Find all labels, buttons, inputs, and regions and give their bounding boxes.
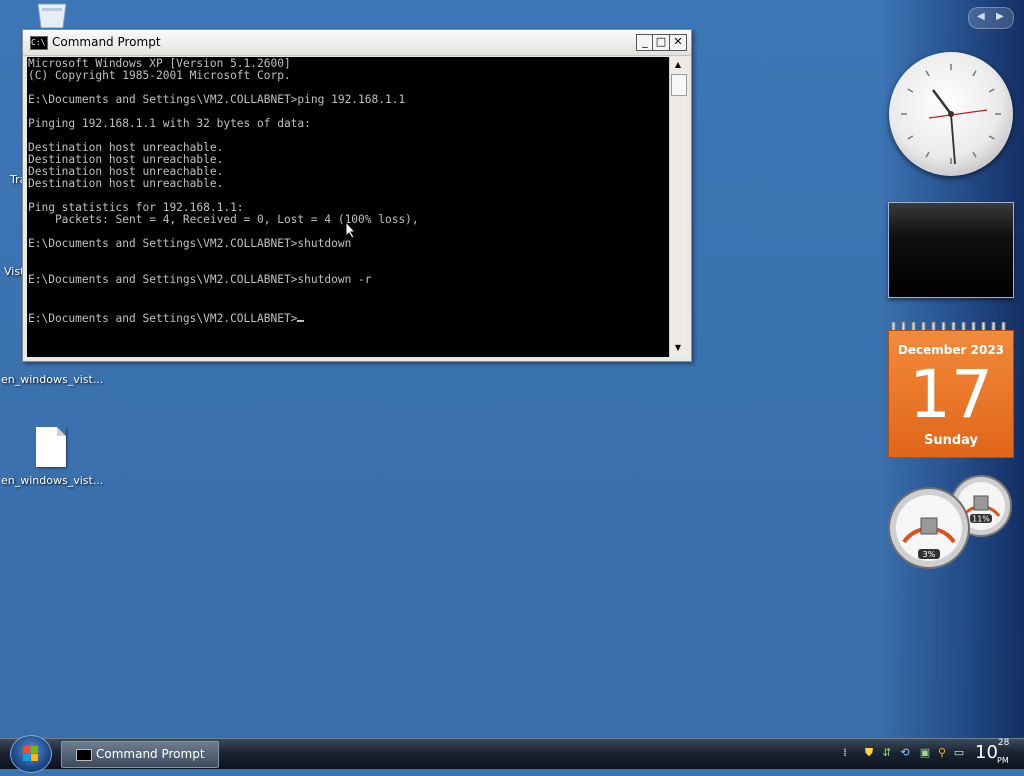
title-bar[interactable]: C:\ Command Prompt _ □ ✕ [23,30,691,56]
monitor-icon[interactable]: ▣ [918,746,932,760]
clock-face-icon [901,64,1001,165]
window-icon[interactable]: ▭ [952,746,966,760]
network-icon[interactable]: ⇵ [880,746,894,760]
console-line: E:\Documents and Settings\VM2.COLLABNET>… [28,237,352,250]
cmd-icon: C:\ [30,36,48,50]
calendar-month: December 2023 [897,343,1005,357]
cpu-meter-gadget[interactable]: 11% 3% [886,474,1014,572]
start-button[interactable] [10,735,52,773]
calendar-weekday: Sunday [923,433,979,448]
console-text: Microsoft Windows XP [Version 5.1.2600] … [27,57,669,325]
desktop-icon-label: en_windows_vist... [1,373,104,386]
scroll-thumb[interactable] [671,74,687,96]
recycle-bin-icon[interactable] [34,0,70,28]
vertical-scrollbar[interactable]: ▲ ▼ [669,57,687,357]
sidebar-next-button[interactable]: ▶ [996,11,1004,22]
window-title: Command Prompt [52,35,161,49]
scroll-up-button[interactable]: ▲ [670,57,686,73]
command-prompt-window[interactable]: C:\ Command Prompt _ □ ✕ Microsoft Windo… [22,29,692,362]
slideshow-gadget[interactable] [888,202,1014,298]
security-shield-icon[interactable]: ⛊ [862,746,876,760]
cpu-percent: 3% [923,550,936,559]
calendar-gadget[interactable]: December 2023 17 Sunday [888,322,1014,458]
clock-minute: 28 [997,738,1010,748]
file-icon [36,427,66,467]
text-cursor [297,310,305,322]
taskbar-item-command-prompt[interactable]: Command Prompt [61,741,219,768]
console-line: E:\Documents and Settings\VM2.COLLABNET>… [28,273,372,286]
clock-ampm: PM [997,756,1009,765]
mouse-pointer-icon [345,221,357,239]
cpu-chip-icon [920,517,938,535]
taskbar: Command Prompt ⁞ ⛊ ⇵ ⟲ ▣ ⚲ ▭ 1028 PM [0,735,1024,773]
console-line: E:\Documents and Settings\VM2.COLLABNET> [28,312,298,325]
scroll-down-button[interactable]: ▼ [670,340,686,356]
memory-chip-icon [973,495,989,511]
sync-icon[interactable]: ⟲ [898,746,912,760]
taskbar-item-label: Command Prompt [96,747,205,761]
desktop-file-icon[interactable]: en_windows_vist... [1,369,104,386]
console-line: E:\Documents and Settings\VM2.COLLABNET>… [28,93,406,106]
desktop-file-icon[interactable]: en_windows_vist... [1,427,104,487]
close-button[interactable]: ✕ [669,34,687,51]
calendar-day: 17 [909,356,993,433]
console-line: (C) Copyright 1985-2001 Microsoft Corp. [28,69,291,82]
console-line: Packets: Sent = 4, Received = 0, Lost = … [28,213,419,226]
system-tray: ⁞ ⛊ ⇵ ⟲ ▣ ⚲ ▭ [838,742,968,766]
taskbar-clock[interactable]: 1028 PM [975,738,1009,765]
sidebar-nav: ◀ ▶ [968,7,1014,29]
console-line: Pinging 192.168.1.1 with 32 bytes of dat… [28,117,311,130]
cmd-icon [76,749,92,761]
console-line: Destination host unreachable. [28,177,224,190]
sidebar-prev-button[interactable]: ◀ [977,11,985,22]
calendar-page: December 2023 17 Sunday [888,330,1014,458]
clock-gadget[interactable] [889,52,1013,176]
maximize-button[interactable]: □ [652,34,670,51]
clock-hour: 10 [975,742,998,763]
desktop: Tra Vist en_windows_vist... en_windows_v… [0,0,1024,738]
desktop-icon-label: en_windows_vist... [1,474,104,487]
windows-logo-icon [23,746,38,761]
memory-percent: 11% [972,515,990,524]
console-output[interactable]: Microsoft Windows XP [Version 5.1.2600] … [27,57,669,357]
show-hidden-icons-icon[interactable]: ⁞ [838,746,852,760]
search-icon[interactable]: ⚲ [935,746,949,760]
